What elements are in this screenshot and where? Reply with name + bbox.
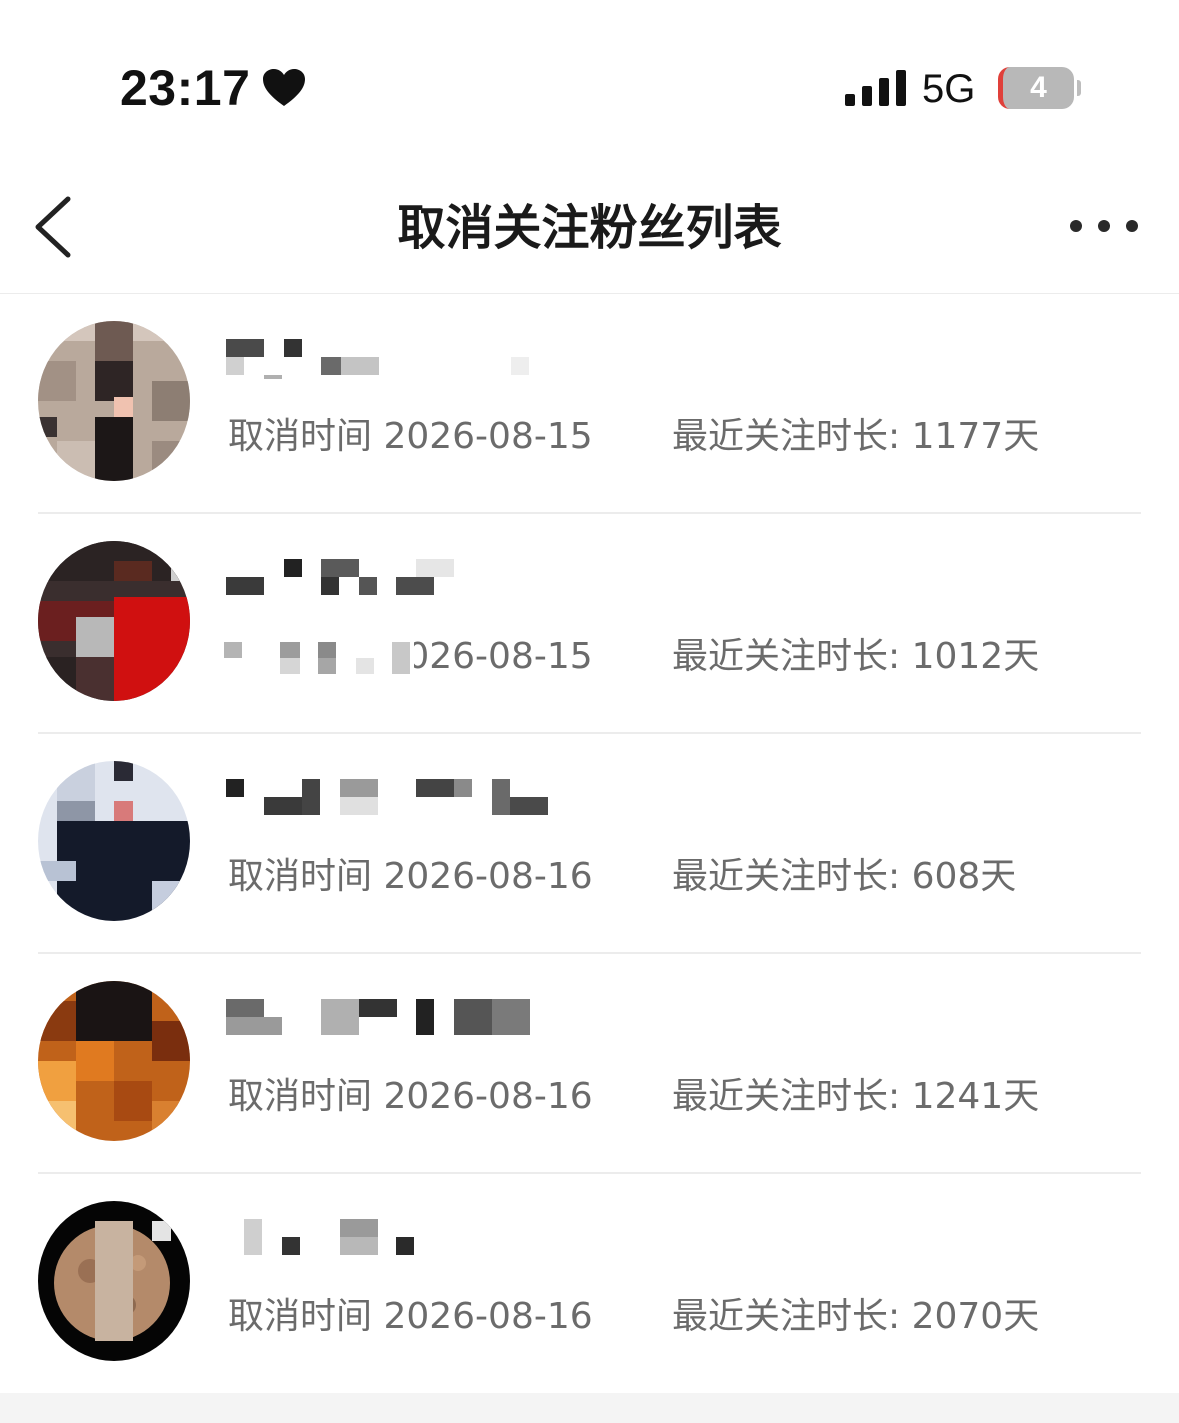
follow-duration: 最近关注时长: 608天 bbox=[672, 856, 1017, 897]
list-item[interactable]: 取消时间 2026-08-16 最近关注时长: 608天 bbox=[0, 734, 1179, 954]
cancel-time: 取消时间 2026-08-16 bbox=[228, 856, 593, 897]
unfollow-info: 取消时间 2026-08-16 最近关注时长: 608天 bbox=[228, 852, 1128, 902]
follow-duration: 最近关注时长: 2070天 bbox=[672, 1296, 1040, 1337]
username-redacted bbox=[226, 999, 530, 1035]
avatar[interactable] bbox=[38, 321, 190, 481]
battery-indicator: 4 bbox=[998, 67, 1074, 109]
unfollow-info: 取消时间 2026-08-15 最近关注时长: 1177天 bbox=[228, 412, 1128, 462]
cancel-time: 取消时间 2026-08-15 bbox=[228, 416, 593, 457]
list-item[interactable]: 取消时间 2026-08-16 最近关注时长: 2070天 bbox=[0, 1174, 1179, 1394]
status-bar: 23:17 5G 4 bbox=[0, 0, 1179, 150]
username-redacted bbox=[226, 339, 529, 379]
status-time: 23:17 bbox=[120, 60, 251, 116]
battery-level: 4 bbox=[1030, 71, 1047, 104]
more-icon[interactable] bbox=[1068, 215, 1140, 237]
nav-bar: 取消关注粉丝列表 bbox=[0, 175, 1179, 294]
cancel-label-redaction bbox=[224, 636, 414, 680]
unfollowed-fan-list: 取消时间 2026-08-15 最近关注时长: 1177天 2026-08-15… bbox=[0, 294, 1179, 1394]
follow-duration: 最近关注时长: 1177天 bbox=[672, 416, 1040, 457]
avatar[interactable] bbox=[38, 1201, 190, 1361]
unfollow-info: 取消时间 2026-08-16 最近关注时长: 2070天 bbox=[228, 1292, 1128, 1342]
cancel-time: 取消时间 2026-08-16 bbox=[228, 1296, 593, 1337]
follow-duration: 最近关注时长: 1241天 bbox=[672, 1076, 1040, 1117]
follow-duration: 最近关注时长: 1012天 bbox=[672, 636, 1040, 677]
signal-icon bbox=[845, 70, 906, 106]
heart-icon bbox=[263, 69, 305, 106]
avatar[interactable] bbox=[38, 981, 190, 1141]
battery-cap bbox=[1077, 80, 1081, 96]
username-redacted bbox=[226, 559, 454, 595]
avatar[interactable] bbox=[38, 541, 190, 701]
unfollow-info: 取消时间 2026-08-15 最近关注时长: 1012天 bbox=[224, 632, 1128, 682]
bottom-bar bbox=[0, 1393, 1179, 1423]
avatar[interactable] bbox=[38, 761, 190, 921]
list-item[interactable]: 取消时间 2026-08-15 最近关注时长: 1012天 bbox=[0, 514, 1179, 734]
username-redacted bbox=[244, 1219, 414, 1255]
username-redacted bbox=[226, 779, 548, 815]
unfollow-info: 取消时间 2026-08-16 最近关注时长: 1241天 bbox=[228, 1072, 1128, 1122]
cancel-time: 取消时间 2026-08-16 bbox=[228, 1076, 593, 1117]
page-title: 取消关注粉丝列表 bbox=[397, 200, 782, 256]
list-item[interactable]: 取消时间 2026-08-16 最近关注时长: 1241天 bbox=[0, 954, 1179, 1174]
network-label: 5G bbox=[922, 67, 976, 111]
list-item[interactable]: 取消时间 2026-08-15 最近关注时长: 1177天 bbox=[0, 294, 1179, 514]
